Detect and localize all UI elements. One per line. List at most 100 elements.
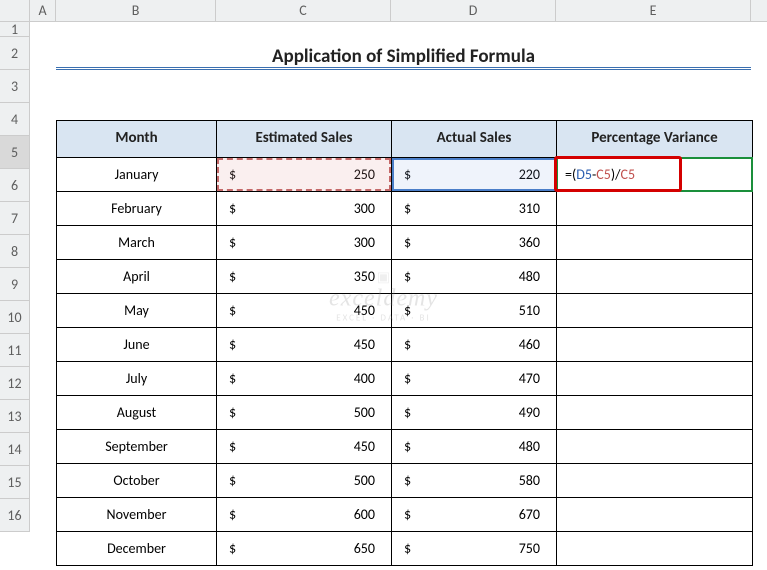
cell-month[interactable]: November xyxy=(57,498,217,531)
table-row: April$350$480 xyxy=(57,260,752,294)
cell-est[interactable]: $450 xyxy=(217,294,392,327)
cell-value: 500 xyxy=(354,464,383,497)
cell-est[interactable]: $ 250 xyxy=(217,158,392,191)
row-header-3[interactable]: 3 xyxy=(0,70,30,103)
currency-symbol: $ xyxy=(400,362,411,395)
cell-month[interactable]: February xyxy=(57,192,217,225)
cell-act[interactable]: $460 xyxy=(392,328,557,361)
cell-act[interactable]: $490 xyxy=(392,396,557,429)
currency-symbol: $ xyxy=(400,328,411,361)
table-row: June$450$460 xyxy=(57,328,752,362)
cell-act[interactable]: $750 xyxy=(392,532,557,565)
cell-act[interactable]: $470 xyxy=(392,362,557,395)
formula-text: =(D5-C5)/C5 xyxy=(565,166,635,183)
cell-value: 300 xyxy=(354,192,383,225)
row-header-2[interactable]: 2 xyxy=(0,37,30,70)
th-estimated[interactable]: Estimated Sales xyxy=(217,121,392,157)
cell-month[interactable]: October xyxy=(57,464,217,497)
cell-month[interactable]: September xyxy=(57,430,217,463)
cell-est[interactable]: $450 xyxy=(217,430,392,463)
cell-value: 470 xyxy=(519,362,548,395)
currency-symbol: $ xyxy=(400,396,411,429)
cell-pct[interactable] xyxy=(557,192,752,225)
cell-est[interactable]: $600 xyxy=(217,498,392,531)
cell-act[interactable]: $670 xyxy=(392,498,557,531)
cell-act[interactable]: $480 xyxy=(392,260,557,293)
cell-est[interactable]: $300 xyxy=(217,226,392,259)
cell-month[interactable]: May xyxy=(57,294,217,327)
row-header-16[interactable]: 16 xyxy=(0,499,30,532)
row-header-4[interactable]: 4 xyxy=(0,103,30,136)
currency-symbol: $ xyxy=(225,260,236,293)
cell-pct[interactable] xyxy=(557,498,752,531)
cell-est[interactable]: $450 xyxy=(217,328,392,361)
cell-pct[interactable] xyxy=(557,464,752,497)
cell-month[interactable]: January xyxy=(57,158,217,191)
cell-act[interactable]: $310 xyxy=(392,192,557,225)
cell-pct[interactable] xyxy=(557,260,752,293)
th-actual[interactable]: Actual Sales xyxy=(392,121,557,157)
row-header-10[interactable]: 10 xyxy=(0,301,30,334)
row-header-11[interactable]: 11 xyxy=(0,334,30,367)
cell-act[interactable]: $ 220 xyxy=(392,158,557,191)
cell-est[interactable]: $350 xyxy=(217,260,392,293)
cell-act[interactable]: $580 xyxy=(392,464,557,497)
currency-symbol: $ xyxy=(225,294,236,327)
table-row: January $ 250 $ 220 =(D5-C5)/C5 xyxy=(57,158,752,192)
col-header-c[interactable]: C xyxy=(216,0,391,21)
cell-pct[interactable] xyxy=(557,532,752,565)
table-row: November$600$670 xyxy=(57,498,752,532)
col-header-a[interactable]: A xyxy=(30,0,56,21)
cell-est[interactable]: $300 xyxy=(217,192,392,225)
cell-month[interactable]: August xyxy=(57,396,217,429)
cell-value: 670 xyxy=(519,498,548,531)
cell-formula-e5[interactable]: =(D5-C5)/C5 xyxy=(557,158,752,191)
cell-pct[interactable] xyxy=(557,396,752,429)
row-header-13[interactable]: 13 xyxy=(0,400,30,433)
cell-est[interactable]: $650 xyxy=(217,532,392,565)
title-row: Application of Simplified Formula xyxy=(56,37,751,70)
row-header-7[interactable]: 7 xyxy=(0,202,30,235)
cell-month[interactable]: April xyxy=(57,260,217,293)
th-percentage[interactable]: Percentage Variance xyxy=(557,121,752,157)
cell-value: 650 xyxy=(354,532,383,565)
row-header-15[interactable]: 15 xyxy=(0,466,30,499)
cell-pct[interactable] xyxy=(557,226,752,259)
table-row: May$450$510 xyxy=(57,294,752,328)
cell-pct[interactable] xyxy=(557,362,752,395)
formula-ref-c5b: C5 xyxy=(620,166,635,183)
cell-value: 300 xyxy=(354,226,383,259)
row-header-8[interactable]: 8 xyxy=(0,235,30,268)
cell-act[interactable]: $480 xyxy=(392,430,557,463)
currency-symbol: $ xyxy=(225,192,236,225)
row-header-6[interactable]: 6 xyxy=(0,169,30,202)
cell-est[interactable]: $500 xyxy=(217,396,392,429)
table-row: February$300$310 xyxy=(57,192,752,226)
cell-month[interactable]: December xyxy=(57,532,217,565)
row-header-12[interactable]: 12 xyxy=(0,367,30,400)
row-header-1[interactable]: 1 xyxy=(0,22,30,37)
row-header-14[interactable]: 14 xyxy=(0,433,30,466)
cell-pct[interactable] xyxy=(557,328,752,361)
cell-value: 450 xyxy=(354,328,383,361)
table-header-row: Month Estimated Sales Actual Sales Perce… xyxy=(57,121,752,158)
cell-est[interactable]: $500 xyxy=(217,464,392,497)
column-headers: A B C D E xyxy=(30,0,767,22)
col-header-b[interactable]: B xyxy=(56,0,216,21)
cell-month[interactable]: March xyxy=(57,226,217,259)
row-header-5[interactable]: 5 xyxy=(0,136,30,169)
cell-pct[interactable] xyxy=(557,294,752,327)
currency-symbol: $ xyxy=(400,226,411,259)
row-header-9[interactable]: 9 xyxy=(0,268,30,301)
th-month[interactable]: Month xyxy=(57,121,217,157)
select-all-corner[interactable] xyxy=(0,0,30,22)
col-header-e[interactable]: E xyxy=(556,0,751,21)
cell-est[interactable]: $400 xyxy=(217,362,392,395)
currency-symbol: $ xyxy=(400,158,411,191)
cell-month[interactable]: July xyxy=(57,362,217,395)
cell-pct[interactable] xyxy=(557,430,752,463)
cell-act[interactable]: $510 xyxy=(392,294,557,327)
cell-act[interactable]: $360 xyxy=(392,226,557,259)
col-header-d[interactable]: D xyxy=(391,0,556,21)
cell-month[interactable]: June xyxy=(57,328,217,361)
